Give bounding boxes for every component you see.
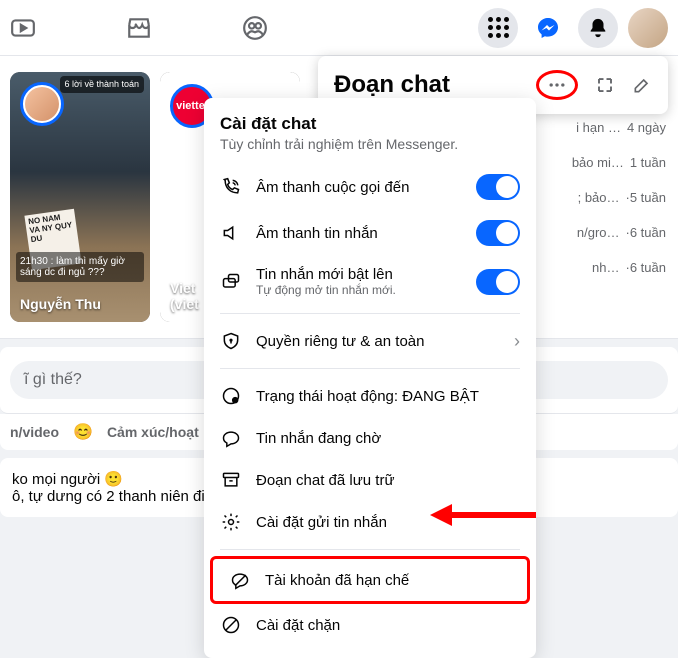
setting-label: Âm thanh cuộc gọi đến bbox=[256, 179, 462, 196]
setting-incoming-sound[interactable]: Âm thanh cuộc gọi đến bbox=[204, 164, 536, 210]
feeling-icon: 😊 bbox=[73, 422, 93, 442]
setting-label: Tin nhắn mới bật lên bbox=[256, 266, 462, 283]
chevron-right-icon: › bbox=[514, 331, 520, 352]
divider bbox=[220, 549, 520, 550]
profile-avatar[interactable] bbox=[628, 8, 668, 48]
setting-popup-messages[interactable]: Tin nhắn mới bật lên Tự động mở tin nhắn… bbox=[204, 256, 536, 307]
setting-label: Trạng thái hoạt động: ĐANG BẬT bbox=[256, 388, 520, 405]
setting-label: Quyền riêng tư & an toàn bbox=[256, 333, 500, 350]
setting-privacy[interactable]: Quyền riêng tư & an toàn › bbox=[204, 320, 536, 362]
restricted-icon bbox=[229, 569, 251, 591]
composer-feeling[interactable]: Cảm xúc/hoạt bbox=[107, 424, 199, 440]
phone-icon bbox=[220, 176, 242, 198]
setting-sublabel: Tự động mở tin nhắn mới. bbox=[256, 283, 462, 297]
gear-icon bbox=[220, 511, 242, 533]
toggle-on[interactable] bbox=[476, 174, 520, 200]
setting-message-sound[interactable]: Âm thanh tin nhắn bbox=[204, 210, 536, 256]
active-status-icon bbox=[220, 385, 242, 407]
messenger-button[interactable] bbox=[528, 8, 568, 48]
expand-icon[interactable] bbox=[596, 76, 614, 94]
chat-options-button[interactable] bbox=[536, 70, 578, 100]
chat-settings-popup: Cài đặt chat Tùy chỉnh trải nghiệm trên … bbox=[204, 98, 536, 658]
chat-thread[interactable]: nh…·6 tuần bbox=[558, 250, 678, 285]
settings-subtitle: Tùy chỉnh trải nghiệm trên Messenger. bbox=[220, 136, 520, 152]
popup-icon bbox=[220, 271, 242, 293]
chat-thread-list: i hạn …4 ngày bảo mi…1 tuần ; bảo…·5 tuầ… bbox=[558, 110, 678, 285]
annotation-arrow-icon bbox=[428, 498, 538, 532]
setting-archived[interactable]: Đoạn chat đã lưu trữ bbox=[204, 459, 536, 501]
archive-icon bbox=[220, 469, 242, 491]
shield-icon bbox=[220, 330, 242, 352]
compose-icon[interactable] bbox=[632, 75, 652, 95]
chat-thread[interactable]: ; bảo…·5 tuần bbox=[558, 180, 678, 215]
toggle-on[interactable] bbox=[476, 220, 520, 246]
watch-icon[interactable] bbox=[10, 15, 36, 41]
story-card[interactable]: 6 lời về thành toán NO NAM VA NY QUY DU … bbox=[10, 72, 150, 322]
divider bbox=[220, 313, 520, 314]
divider bbox=[220, 368, 520, 369]
setting-label: Cài đặt chặn bbox=[256, 617, 520, 634]
block-icon bbox=[220, 614, 242, 636]
setting-restricted-accounts[interactable]: Tài khoản đã hạn chế bbox=[213, 559, 527, 601]
groups-icon[interactable] bbox=[242, 15, 268, 41]
setting-label: Đoạn chat đã lưu trữ bbox=[256, 472, 520, 489]
story-badge: 6 lời về thành toán bbox=[60, 76, 144, 93]
chat-thread[interactable]: bảo mi…1 tuần bbox=[558, 145, 678, 180]
setting-active-status[interactable]: Trạng thái hoạt động: ĐANG BẬT bbox=[204, 375, 536, 417]
story-avatar-ring bbox=[20, 82, 64, 126]
marketplace-icon[interactable] bbox=[126, 15, 152, 41]
settings-title: Cài đặt chat bbox=[220, 114, 520, 134]
story-overlay-text: 21h30 : làm thì mấy giờ sáng dc đi ngủ ?… bbox=[16, 252, 144, 282]
chat-thread[interactable]: n/gro…·6 tuần bbox=[558, 215, 678, 250]
setting-label: Tin nhắn đang chờ bbox=[256, 430, 520, 447]
notifications-button[interactable] bbox=[578, 8, 618, 48]
chat-thread[interactable]: i hạn …4 ngày bbox=[558, 110, 678, 145]
topbar bbox=[0, 0, 678, 56]
story-author: Viet (viet bbox=[170, 280, 199, 312]
toggle-on[interactable] bbox=[476, 269, 520, 295]
setting-label: Âm thanh tin nhắn bbox=[256, 225, 462, 242]
setting-pending-messages[interactable]: Tin nhắn đang chờ bbox=[204, 417, 536, 459]
chat-title: Đoạn chat bbox=[334, 71, 536, 99]
speaker-icon bbox=[220, 222, 242, 244]
setting-blocking[interactable]: Cài đặt chặn bbox=[204, 604, 536, 646]
chat-icon bbox=[220, 427, 242, 449]
menu-button[interactable] bbox=[478, 8, 518, 48]
composer-video[interactable]: n/video bbox=[10, 424, 59, 440]
story-author: Nguyễn Thu bbox=[20, 296, 101, 312]
